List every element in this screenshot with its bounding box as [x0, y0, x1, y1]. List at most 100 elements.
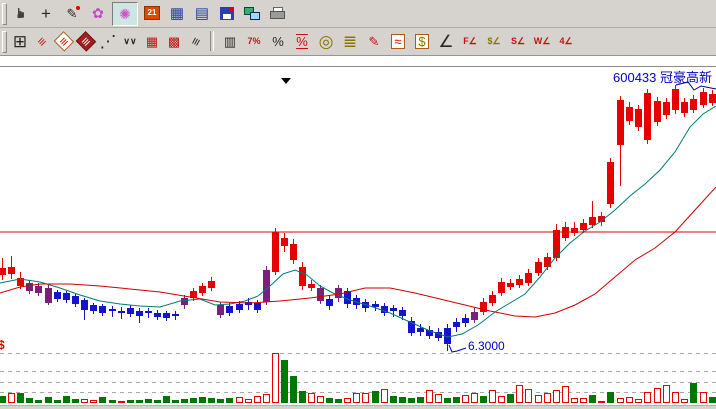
- dashed-gridline: [0, 371, 716, 372]
- candle-body: [118, 311, 125, 313]
- candle-body: [245, 302, 252, 305]
- candle-body: [353, 298, 360, 305]
- fan-box-filled-tool-icon[interactable]: ≡: [74, 30, 98, 52]
- volume-bar: [644, 392, 651, 403]
- volume-bar: [35, 400, 42, 403]
- golden-box-tool-icon[interactable]: $: [410, 30, 434, 52]
- volume-bar: [299, 391, 306, 403]
- fibonacci-angle-tool-icon[interactable]: F∠: [458, 30, 482, 52]
- percent-strike-tool-icon[interactable]: 7%: [242, 30, 266, 52]
- candle-body: [462, 318, 469, 323]
- candle-body: [308, 284, 315, 288]
- volume-bar: [54, 400, 61, 403]
- volume-bar: [254, 396, 261, 403]
- percent-lines-tool-icon[interactable]: %: [290, 30, 314, 52]
- toolbar-main: ☛+ ✎ ✿✺ 21 ▦▤: [0, 0, 716, 28]
- fan-box-tool-icon[interactable]: ≡: [52, 30, 76, 52]
- fan-box-filled-tool-glyph: ≡: [76, 31, 96, 51]
- volume-bar: [45, 397, 52, 403]
- grid-tool-icon[interactable]: ▦: [140, 30, 164, 52]
- volume-bar: [118, 401, 125, 403]
- grid-arrow-tool-icon[interactable]: ▩: [162, 30, 186, 52]
- chart-canvas[interactable]: 600433 冠豪高新 6.3000 $: [0, 56, 716, 405]
- cycle-wave-tool-icon[interactable]: ≈: [386, 30, 410, 52]
- network-share-tool-glyph: [244, 7, 260, 20]
- candle-body: [290, 244, 297, 260]
- flower-stamp-tool-icon[interactable]: ✿: [86, 2, 110, 24]
- magic-number-angle-tool-icon[interactable]: S∠: [506, 30, 530, 52]
- golden-section-lines-tool-icon[interactable]: ≣: [338, 30, 362, 52]
- candle-edit-tool-icon[interactable]: ✎: [362, 30, 386, 52]
- draw-mode-tool-icon[interactable]: ✺: [112, 2, 138, 26]
- candle-body: [272, 232, 279, 272]
- volume-bar: [672, 392, 679, 403]
- notepad-tool-icon[interactable]: ▤: [190, 2, 214, 24]
- trend-angle-lines-tool-icon[interactable]: ⋰: [96, 30, 120, 52]
- candle-body: [435, 332, 442, 338]
- candle-body: [236, 304, 243, 310]
- candle-body: [617, 100, 624, 145]
- candle-body: [208, 281, 215, 288]
- calculator-tool-icon[interactable]: ▦: [165, 2, 189, 24]
- volume-bar: [535, 395, 542, 403]
- hand-pan-tool-icon[interactable]: ☛: [8, 2, 32, 24]
- bottom-strip: [0, 405, 716, 409]
- volume-bar: [190, 398, 197, 403]
- candle-body: [654, 101, 661, 122]
- golden-angle-tool-icon[interactable]: $∠: [482, 30, 506, 52]
- candle-body: [99, 306, 106, 313]
- golden-section-circle-tool-icon[interactable]: ◎: [314, 30, 338, 52]
- volume-bar: [498, 396, 505, 403]
- candle-body: [90, 305, 97, 311]
- volume-bar: [544, 393, 551, 403]
- print-tool-icon[interactable]: [265, 2, 289, 24]
- zigzag-tool-icon[interactable]: ∨∨: [118, 30, 142, 52]
- candle-body: [580, 223, 587, 230]
- network-share-tool-icon[interactable]: [240, 2, 264, 24]
- volume-bar: [181, 399, 188, 403]
- crosshair-tool-icon[interactable]: +: [34, 2, 58, 24]
- winner-angle-tool-icon[interactable]: W∠: [530, 30, 554, 52]
- gann-fan-tool-icon[interactable]: ≡: [30, 30, 54, 52]
- pen-marker-tool-glyph: ✎: [67, 7, 78, 20]
- calendar-tool-glyph: 21: [144, 6, 161, 20]
- candle-body: [172, 314, 179, 316]
- angle-tool-icon[interactable]: ∠: [434, 30, 458, 52]
- candle-body: [681, 102, 688, 113]
- volume-bar: [408, 398, 415, 403]
- candle-body: [335, 288, 342, 298]
- volume-bar: [426, 390, 433, 403]
- save-tool-icon[interactable]: [215, 2, 239, 24]
- volume-bar: [700, 392, 707, 403]
- gann-fan-tool-glyph: ≡: [35, 34, 50, 49]
- candle-body: [399, 310, 406, 316]
- volume-bar: [199, 397, 206, 403]
- volume-bar: [99, 397, 106, 403]
- toolbar-drag-handle[interactable]: [2, 31, 7, 53]
- candle-body: [417, 328, 424, 332]
- volume-bar: [480, 396, 487, 403]
- candle-wick: [112, 306, 113, 317]
- volume-bar: [63, 396, 70, 403]
- candle-edit-tool-glyph: ✎: [369, 35, 380, 48]
- volume-bar: [598, 401, 605, 403]
- volume-bar: [444, 398, 451, 403]
- price-low-label: 6.3000: [468, 339, 505, 353]
- candle-body: [672, 89, 679, 110]
- parallel-lines-tool-icon[interactable]: ≡: [184, 30, 208, 52]
- candle-body: [635, 109, 642, 127]
- volume-bar: [154, 400, 161, 403]
- pen-marker-tool-icon[interactable]: ✎: [60, 2, 84, 24]
- percent-tool-icon[interactable]: %: [266, 30, 290, 52]
- box-grid-draw-tool-icon[interactable]: ⊞: [8, 30, 32, 52]
- candle-body: [127, 308, 134, 314]
- candle-body: [136, 311, 143, 316]
- toolbar-drag-handle[interactable]: [2, 3, 7, 25]
- stats-bars-tool-icon[interactable]: ▥: [218, 30, 242, 52]
- volume-bar: [163, 396, 170, 403]
- candle-body: [145, 311, 152, 313]
- candle-body: [154, 313, 161, 317]
- zigzag-tool-glyph: ∨∨: [123, 37, 136, 46]
- four-angle-tool-icon[interactable]: 4∠: [554, 30, 578, 52]
- calendar-tool-icon[interactable]: 21: [140, 2, 164, 24]
